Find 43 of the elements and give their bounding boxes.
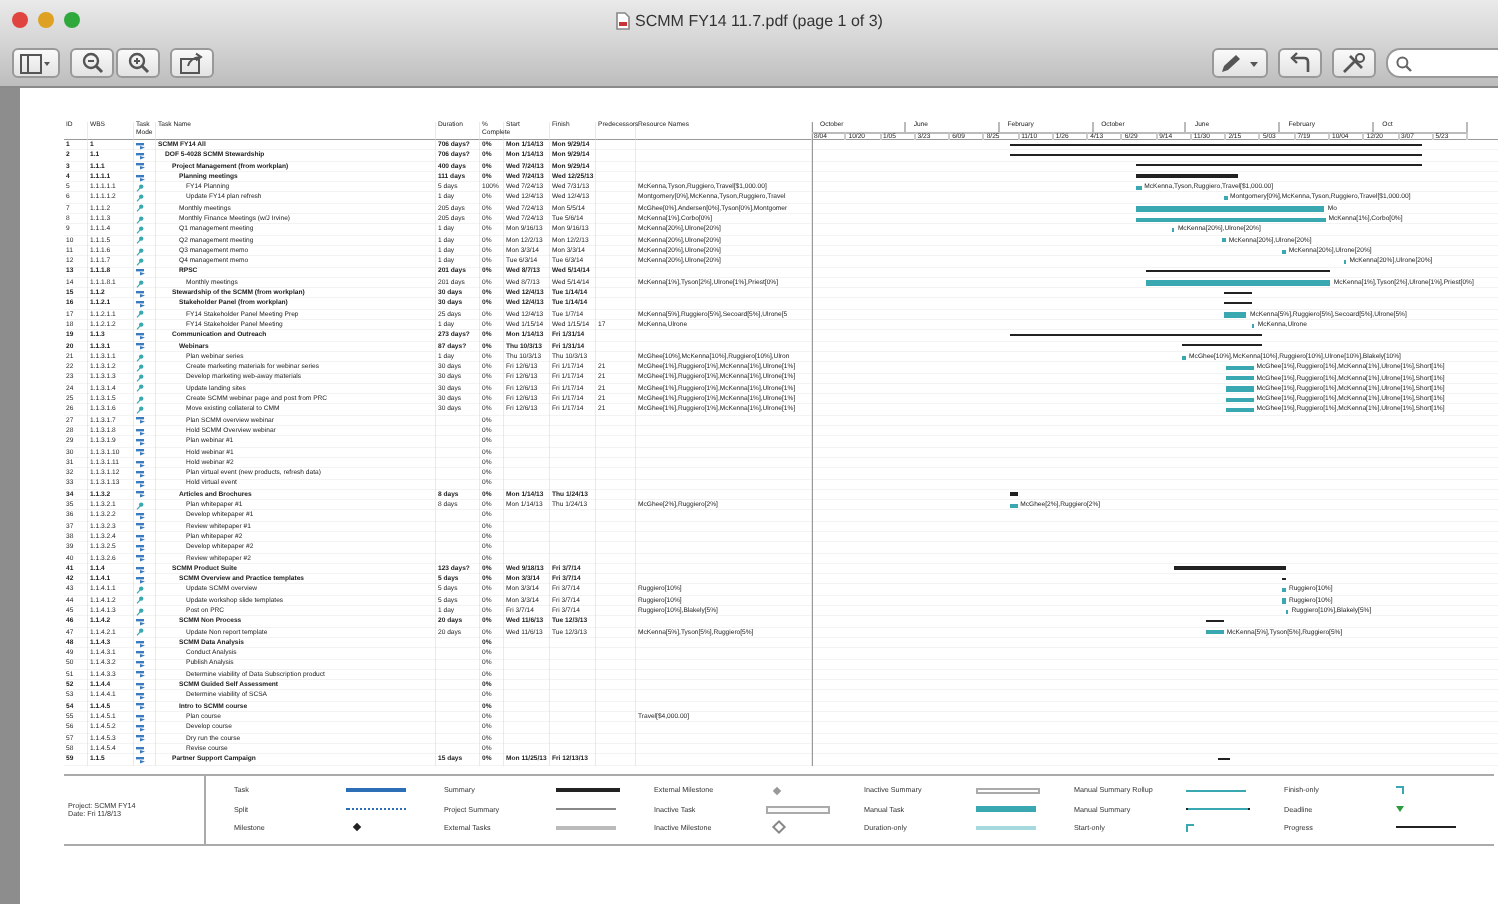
legend-swatch	[1186, 823, 1194, 832]
legend-swatch	[352, 823, 362, 832]
auto-task-icon	[136, 268, 146, 277]
legend-swatch	[766, 805, 830, 813]
auto-task-icon	[136, 618, 146, 626]
task-bar	[1010, 503, 1018, 508]
pdf-document-icon	[615, 11, 630, 29]
task-bar	[1225, 397, 1254, 402]
markup-button[interactable]	[1212, 48, 1268, 78]
legend-swatch	[976, 787, 1040, 794]
legend-swatch	[771, 820, 787, 835]
edit-toolbox-button[interactable]	[1332, 48, 1376, 78]
task-bar	[1225, 408, 1254, 413]
zoom-out-icon	[81, 52, 103, 74]
rotate-button[interactable]	[1278, 48, 1322, 78]
pin-icon	[136, 279, 144, 287]
legend-swatch	[976, 825, 1036, 831]
search-field[interactable]	[1386, 48, 1498, 78]
task-bar	[1225, 365, 1254, 371]
task-bar	[1225, 376, 1254, 381]
zoom-in-icon	[127, 52, 149, 74]
sidebar-toggle-button[interactable]	[12, 48, 60, 78]
task-bar	[1182, 355, 1187, 360]
legend-swatch	[1396, 806, 1404, 812]
legend-swatch	[1396, 786, 1404, 795]
task-bar	[1205, 630, 1224, 635]
window-title: SCMM FY14 11.7.pdf (page 1 of 3)	[635, 11, 883, 29]
task-bar	[1223, 312, 1247, 318]
legend-swatch	[772, 786, 782, 795]
legend-swatch	[556, 825, 616, 831]
task-bar	[1136, 185, 1142, 190]
tools-icon	[1342, 52, 1366, 74]
rotate-icon	[1290, 52, 1310, 74]
task-bar	[1225, 386, 1254, 392]
zoom-in-button[interactable]	[116, 48, 160, 78]
legend-swatch	[346, 787, 406, 793]
legend-swatch	[976, 806, 1036, 812]
zoom-out-button[interactable]	[70, 48, 114, 78]
pin-icon	[136, 628, 144, 637]
close-button[interactable]	[12, 12, 28, 28]
pin-icon	[136, 501, 144, 510]
search-icon	[1396, 55, 1412, 71]
share-button[interactable]	[170, 48, 214, 78]
